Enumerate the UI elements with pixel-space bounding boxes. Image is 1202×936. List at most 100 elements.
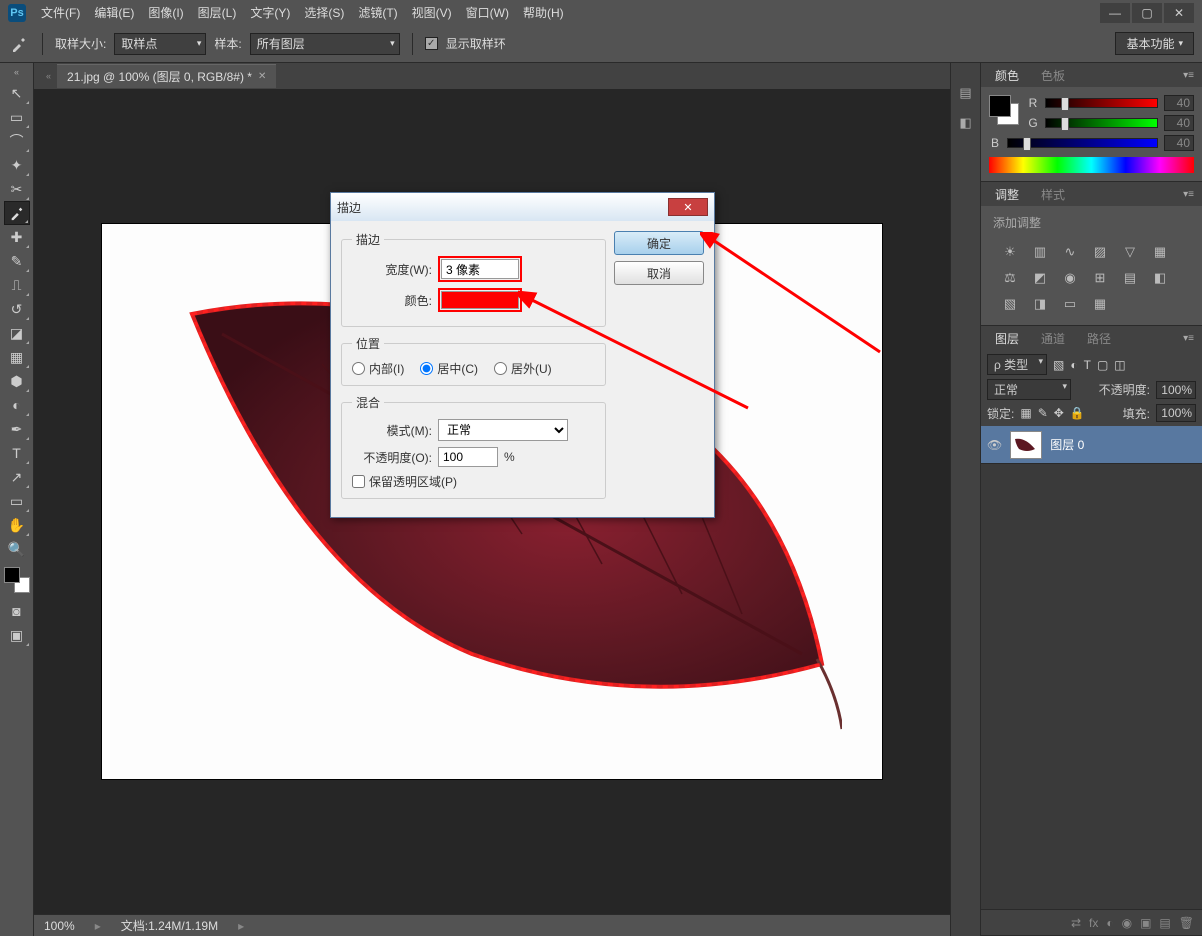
g-slider[interactable] — [1045, 118, 1158, 128]
show-ring-checkbox[interactable]: ✓ — [425, 37, 438, 50]
filter-type-icon[interactable]: T — [1084, 358, 1091, 372]
adjust-posterize-icon[interactable]: ▧ — [999, 295, 1021, 313]
r-value[interactable]: 40 — [1164, 95, 1194, 111]
channels-tab[interactable]: 通道 — [1035, 326, 1071, 351]
lock-all-icon[interactable]: 🔒 — [1070, 406, 1085, 420]
brush-tool[interactable]: ✎ — [4, 249, 30, 273]
filter-adjust-icon[interactable]: ◐ — [1070, 358, 1077, 372]
opacity-value[interactable]: 100% — [1156, 381, 1196, 399]
menu-image[interactable]: 图像(I) — [148, 4, 183, 21]
layer-filter-dropdown[interactable]: ρ 类型 — [987, 354, 1047, 375]
menu-type[interactable]: 文字(Y) — [250, 4, 290, 21]
wand-tool[interactable]: ✦ — [4, 153, 30, 177]
adjust-gradient-map-icon[interactable]: ▭ — [1059, 295, 1081, 313]
menu-layer[interactable]: 图层(L) — [198, 4, 237, 21]
gradient-tool[interactable]: ▦ — [4, 345, 30, 369]
color-spectrum[interactable] — [989, 157, 1194, 173]
b-slider[interactable] — [1007, 138, 1158, 148]
maximize-button[interactable]: ▢ — [1132, 3, 1162, 23]
close-button[interactable]: ✕ — [1164, 3, 1194, 23]
fx-icon[interactable]: fx — [1089, 916, 1098, 930]
stamp-tool[interactable]: ⎍ — [4, 273, 30, 297]
hand-tool[interactable]: ✋ — [4, 513, 30, 537]
layers-tab[interactable]: 图层 — [989, 326, 1025, 351]
adjust-balance-icon[interactable]: ⚖ — [999, 269, 1021, 287]
pen-tool[interactable]: ✒ — [4, 417, 30, 441]
lock-pixels-icon[interactable]: ✎ — [1038, 406, 1048, 420]
pos-outside-radio[interactable]: 居外(U) — [494, 360, 552, 377]
sample-size-dropdown[interactable]: 取样点 — [114, 33, 206, 55]
eraser-tool[interactable]: ◪ — [4, 321, 30, 345]
mask-icon[interactable]: ◐ — [1106, 916, 1113, 930]
adjust-threshold-icon[interactable]: ◨ — [1029, 295, 1051, 313]
properties-panel-icon[interactable]: ◧ — [956, 113, 976, 133]
swatches-tab[interactable]: 色板 — [1035, 63, 1071, 88]
document-tab[interactable]: 21.jpg @ 100% (图层 0, RGB/8#) *✕ — [57, 64, 276, 88]
menu-file[interactable]: 文件(F) — [41, 4, 80, 21]
history-brush-tool[interactable]: ↺ — [4, 297, 30, 321]
visibility-icon[interactable]: 👁 — [987, 438, 1002, 452]
link-icon[interactable]: ⇄ — [1071, 916, 1081, 930]
move-tool[interactable]: ↖ — [4, 81, 30, 105]
pos-inside-radio[interactable]: 内部(I) — [352, 360, 404, 377]
pos-center-radio[interactable]: 居中(C) — [420, 360, 478, 377]
blend-mode-dropdown[interactable]: 正常 — [987, 379, 1071, 400]
width-input[interactable] — [441, 259, 519, 279]
r-slider[interactable] — [1045, 98, 1158, 108]
lock-pos-icon[interactable]: ✥ — [1054, 406, 1064, 420]
color-tab[interactable]: 颜色 — [989, 63, 1025, 88]
dialog-close-icon[interactable]: ✕ — [668, 198, 708, 216]
color-swatch-button[interactable] — [441, 291, 519, 309]
delete-icon[interactable]: 🗑 — [1179, 916, 1194, 930]
b-value[interactable]: 40 — [1164, 135, 1194, 151]
quickmask-tool[interactable]: ◙ — [4, 599, 30, 623]
filter-smart-icon[interactable]: ◫ — [1114, 358, 1125, 372]
group-icon[interactable]: ▣ — [1140, 916, 1151, 930]
minimize-button[interactable]: — — [1100, 3, 1130, 23]
sample-dropdown[interactable]: 所有图层 — [250, 33, 400, 55]
menu-edit[interactable]: 编辑(E) — [94, 4, 134, 21]
new-layer-icon[interactable]: ▤ — [1159, 916, 1170, 930]
crop-tool[interactable]: ✂ — [4, 177, 30, 201]
history-panel-icon[interactable]: ▤ — [956, 83, 976, 103]
ok-button[interactable]: 确定 — [614, 231, 704, 255]
panel-menu-icon[interactable]: ▾≡ — [1183, 333, 1194, 344]
filter-image-icon[interactable]: ▧ — [1053, 358, 1064, 372]
adjust-photo-filter-icon[interactable]: ◉ — [1059, 269, 1081, 287]
active-tool-eyedropper-icon[interactable] — [8, 33, 30, 55]
menu-select[interactable]: 选择(S) — [304, 4, 344, 21]
foreground-background-swatch[interactable] — [4, 567, 30, 593]
marquee-tool[interactable]: ▭ — [4, 105, 30, 129]
layers-list[interactable]: 👁 图层 0 — [981, 426, 1202, 909]
shape-tool[interactable]: ▭ — [4, 489, 30, 513]
layer-row[interactable]: 👁 图层 0 — [981, 426, 1202, 464]
zoom-tool[interactable]: 🔍 — [4, 537, 30, 561]
fill-adjust-icon[interactable]: ◉ — [1122, 916, 1132, 930]
blur-tool[interactable]: ⬢ — [4, 369, 30, 393]
adjust-brightness-icon[interactable]: ☀ — [999, 243, 1021, 261]
dialog-titlebar[interactable]: 描边 ✕ — [331, 193, 714, 221]
g-value[interactable]: 40 — [1164, 115, 1194, 131]
lock-trans-icon[interactable]: ▦ — [1020, 406, 1031, 420]
adjust-invert-icon[interactable]: ◧ — [1149, 269, 1171, 287]
adjustments-tab[interactable]: 调整 — [989, 182, 1025, 207]
adjust-levels-icon[interactable]: ▥ — [1029, 243, 1051, 261]
adjust-channel-mixer-icon[interactable]: ⊞ — [1089, 269, 1111, 287]
fill-value[interactable]: 100% — [1156, 404, 1196, 422]
tools-collapse[interactable]: « — [0, 67, 33, 77]
adjust-curves-icon[interactable]: ∿ — [1059, 243, 1081, 261]
path-tool[interactable]: ↗ — [4, 465, 30, 489]
adjust-exposure-icon[interactable]: ▨ — [1089, 243, 1111, 261]
styles-tab[interactable]: 样式 — [1035, 182, 1071, 207]
zoom-level[interactable]: 100% — [44, 919, 75, 933]
layer-name[interactable]: 图层 0 — [1050, 436, 1084, 453]
dodge-tool[interactable]: ◐ — [4, 393, 30, 417]
lasso-tool[interactable]: ⌒ — [4, 129, 30, 153]
menu-view[interactable]: 视图(V) — [412, 4, 452, 21]
layer-thumbnail[interactable] — [1010, 431, 1042, 459]
menu-filter[interactable]: 滤镜(T) — [358, 4, 397, 21]
type-tool[interactable]: T — [4, 441, 30, 465]
adjust-lookup-icon[interactable]: ▤ — [1119, 269, 1141, 287]
screenmode-tool[interactable]: ▣ — [4, 623, 30, 647]
heal-tool[interactable]: ✚ — [4, 225, 30, 249]
